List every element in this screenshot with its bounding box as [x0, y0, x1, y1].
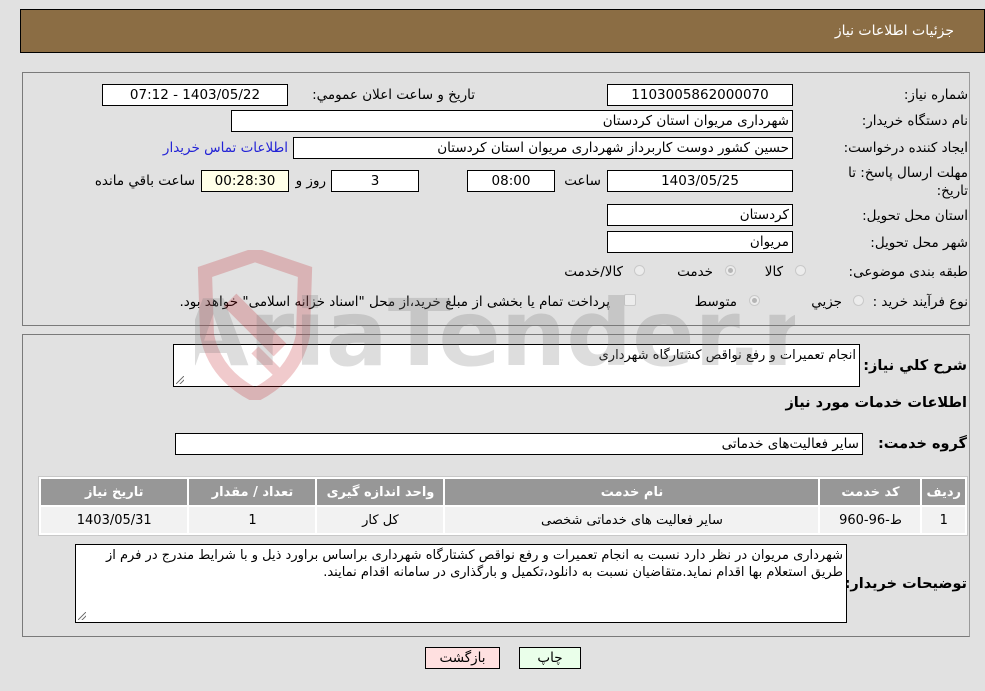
description-text: انجام تعمیرات و رفع نواقص کشتارگاه شهردا… [598, 348, 856, 363]
category-option-goods: کالا [764, 264, 783, 280]
page-header: جزئيات اطلاعات نياز [20, 9, 985, 53]
days-label: روز و [295, 173, 326, 189]
deadline-time-field: 08:00 [467, 170, 555, 192]
col-service-name: نام خدمت [445, 479, 819, 505]
description-label: شرح کلي نياز: [863, 358, 967, 374]
process-option-minor: جزيي [811, 294, 842, 310]
cell-quantity: 1 [189, 507, 316, 533]
col-unit: واحد اندازه گيری [317, 479, 444, 505]
days-remaining-field: 3 [331, 170, 419, 192]
category-option-service: خدمت [677, 264, 713, 280]
buyer-org-field: شهرداری مریوان استان کردستان [231, 110, 793, 132]
need-number-label: شماره نياز: [903, 87, 968, 103]
category-radio-goods-service[interactable] [634, 265, 645, 276]
time-remaining-field: 00:28:30 [201, 170, 289, 192]
delivery-city-label: شهر محل تحويل: [870, 235, 968, 251]
category-label: طبقه بندی موضوعی: [848, 264, 968, 280]
services-section-title: اطلاعات خدمات مورد نياز [785, 395, 967, 411]
services-table: رديف کد خدمت نام خدمت واحد اندازه گيری ت… [38, 476, 968, 536]
resize-grip-icon[interactable] [176, 376, 184, 384]
delivery-province-field: کردستان [607, 204, 793, 226]
cell-service-code: ط-96-960 [820, 507, 921, 533]
buyer-contact-link[interactable]: اطلاعات تماس خريدار [163, 140, 288, 156]
deadline-time-label: ساعت [564, 173, 601, 189]
col-row-number: رديف [922, 479, 965, 505]
delivery-city-field: مریوان [607, 231, 793, 253]
deadline-date-field: 1403/05/25 [607, 170, 793, 192]
announce-datetime-field: 1403/05/22 - 07:12 [102, 84, 288, 106]
process-radio-medium[interactable] [749, 295, 760, 306]
treasury-checkbox-label: پرداخت تمام يا بخشی از مبلغ خريد،از محل … [179, 294, 610, 310]
category-radio-service[interactable] [725, 265, 736, 276]
process-radio-minor[interactable] [853, 295, 864, 306]
service-group-field: سایر فعالیت‌های خدماتی [175, 433, 863, 455]
cell-row-number: 1 [922, 507, 965, 533]
table-row: 1 ط-96-960 سایر فعالیت های خدماتی شخصی ک… [41, 507, 965, 533]
cell-service-name: سایر فعالیت های خدماتی شخصی [445, 507, 819, 533]
cell-need-date: 1403/05/31 [41, 507, 188, 533]
purchase-process-label: نوع فرآيند خريد : [872, 294, 968, 310]
time-remaining-label: ساعت باقي مانده [94, 173, 195, 189]
service-group-label: گروه خدمت: [877, 436, 967, 452]
need-number-field: 1103005862000070 [607, 84, 793, 106]
buyer-org-label: نام دستگاه خريدار: [861, 113, 968, 129]
category-option-goods-service: کالا/خدمت [564, 264, 623, 280]
col-need-date: تاريخ نياز [41, 479, 188, 505]
deadline-label-line1: مهلت ارسال پاسخ: تا [848, 165, 968, 181]
description-textarea[interactable]: انجام تعمیرات و رفع نواقص کشتارگاه شهردا… [173, 344, 860, 387]
col-quantity: تعداد / مقدار [189, 479, 316, 505]
col-service-code: کد خدمت [820, 479, 921, 505]
treasury-checkbox[interactable] [624, 294, 636, 306]
resize-grip-icon[interactable] [78, 612, 86, 620]
announce-datetime-label: تاريخ و ساعت اعلان عمومي: [312, 87, 475, 103]
deadline-label-line2: تاريخ: [936, 183, 968, 199]
requester-field: حسین کشور دوست کاربرداز شهرداری مریوان ا… [293, 137, 793, 159]
process-option-medium: متوسط [694, 294, 737, 310]
requester-label: ايجاد کننده درخواست: [843, 140, 968, 156]
buyer-notes-label: توضيحات خريدار: [844, 576, 967, 592]
buyer-notes-text: شهرداری مریوان در نظر دارد نسبت به انجام… [105, 548, 843, 580]
category-radio-goods[interactable] [795, 265, 806, 276]
back-button[interactable]: بازگشت [425, 647, 500, 669]
table-header-row: رديف کد خدمت نام خدمت واحد اندازه گيری ت… [41, 479, 965, 505]
delivery-province-label: استان محل تحويل: [862, 208, 968, 224]
print-button[interactable]: چاپ [519, 647, 581, 669]
cell-unit: کل کار [317, 507, 444, 533]
page-title: جزئيات اطلاعات نياز [834, 23, 954, 39]
buyer-notes-textarea[interactable]: شهرداری مریوان در نظر دارد نسبت به انجام… [75, 544, 847, 623]
